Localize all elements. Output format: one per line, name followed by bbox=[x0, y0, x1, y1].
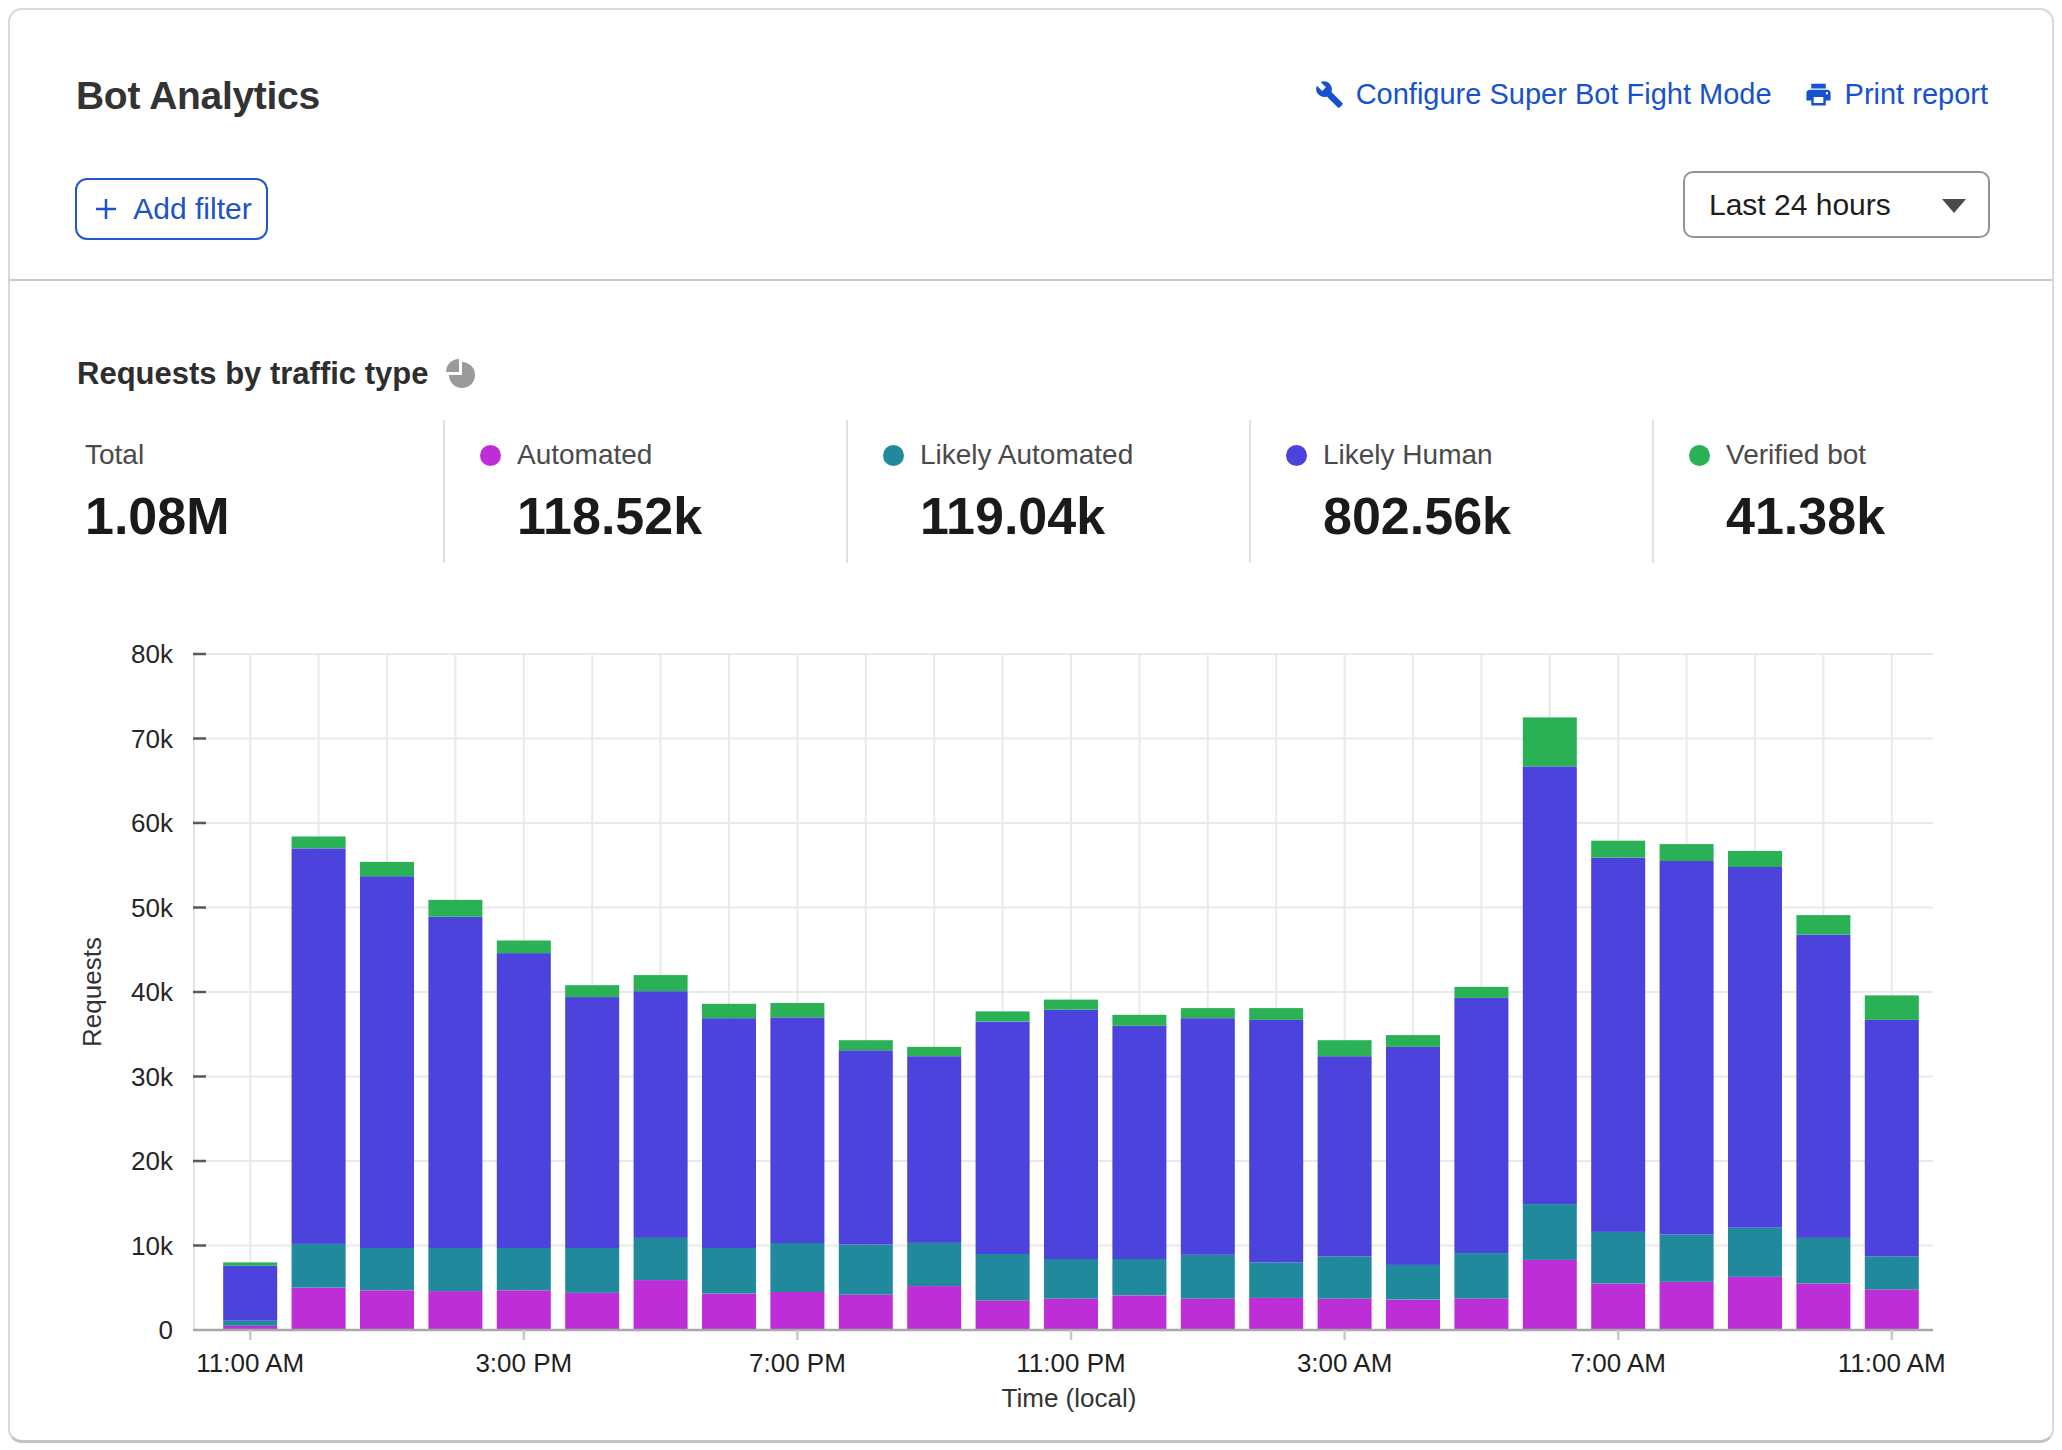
stat-label: Likely Automated bbox=[920, 439, 1133, 471]
stat-label: Verified bot bbox=[1726, 439, 1866, 471]
stat-total: Total 1.08M bbox=[85, 420, 230, 546]
svg-text:80k: 80k bbox=[131, 639, 174, 669]
printer-icon bbox=[1804, 80, 1833, 109]
stat-divider bbox=[1652, 420, 1654, 563]
add-filter-label: Add filter bbox=[133, 192, 251, 226]
configure-link-label: Configure Super Bot Fight Mode bbox=[1356, 78, 1772, 111]
svg-text:3:00 AM: 3:00 AM bbox=[1297, 1348, 1392, 1378]
chevron-down-icon bbox=[1942, 199, 1966, 213]
stat-value: 118.52k bbox=[517, 486, 702, 546]
pie-chart-icon bbox=[446, 359, 476, 389]
svg-text:10k: 10k bbox=[131, 1231, 174, 1261]
stat-divider bbox=[846, 420, 848, 563]
stat-value: 1.08M bbox=[85, 486, 230, 546]
verified-bot-dot bbox=[1689, 445, 1710, 466]
svg-text:60k: 60k bbox=[131, 808, 174, 838]
wrench-icon bbox=[1315, 80, 1344, 109]
likely-automated-dot bbox=[883, 445, 904, 466]
svg-text:11:00 AM: 11:00 AM bbox=[196, 1348, 304, 1378]
stat-verified-bot: Verified bot 41.38k bbox=[1689, 420, 1885, 546]
svg-text:3:00 PM: 3:00 PM bbox=[475, 1348, 572, 1378]
svg-text:50k: 50k bbox=[131, 893, 174, 923]
svg-text:Requests: Requests bbox=[77, 937, 107, 1047]
likely-human-dot bbox=[1286, 445, 1307, 466]
page-title: Bot Analytics bbox=[76, 74, 320, 118]
svg-text:11:00 PM: 11:00 PM bbox=[1016, 1348, 1125, 1378]
stat-automated: Automated 118.52k bbox=[480, 420, 702, 546]
stat-likely-automated: Likely Automated 119.04k bbox=[883, 420, 1133, 546]
configure-super-bot-fight-mode-link[interactable]: Configure Super Bot Fight Mode bbox=[1315, 78, 1772, 111]
stat-value: 802.56k bbox=[1323, 486, 1511, 546]
svg-text:Time (local): Time (local) bbox=[1002, 1383, 1137, 1413]
print-link-label: Print report bbox=[1845, 78, 1988, 111]
svg-text:30k: 30k bbox=[131, 1062, 174, 1092]
stat-divider bbox=[1249, 420, 1251, 563]
time-range-value: Last 24 hours bbox=[1709, 188, 1891, 222]
requests-by-traffic-type-chart: 0 10k 20k 30k 40k 50k 60k 70k 80k 11:00 AM 3:00 PM… bbox=[0, 600, 2062, 1450]
section-title-label: Requests by traffic type bbox=[77, 356, 428, 392]
stat-divider bbox=[443, 420, 445, 563]
section-title: Requests by traffic type bbox=[77, 356, 476, 392]
add-filter-button[interactable]: Add filter bbox=[75, 178, 268, 240]
svg-text:11:00 AM: 11:00 AM bbox=[1838, 1348, 1946, 1378]
print-report-link[interactable]: Print report bbox=[1804, 78, 1988, 111]
svg-text:7:00 AM: 7:00 AM bbox=[1570, 1348, 1665, 1378]
plus-icon bbox=[91, 194, 121, 224]
stat-label: Total bbox=[85, 439, 144, 471]
automated-dot bbox=[480, 445, 501, 466]
header-divider bbox=[9, 279, 2053, 281]
stat-value: 41.38k bbox=[1726, 486, 1885, 546]
stats-row: Total 1.08M Automated 118.52k Likely Aut… bbox=[0, 420, 2062, 563]
stat-likely-human: Likely Human 802.56k bbox=[1286, 420, 1511, 546]
stat-value: 119.04k bbox=[920, 486, 1133, 546]
svg-text:0: 0 bbox=[159, 1315, 173, 1345]
svg-text:40k: 40k bbox=[131, 977, 174, 1007]
svg-text:7:00 PM: 7:00 PM bbox=[749, 1348, 846, 1378]
stat-label: Automated bbox=[517, 439, 652, 471]
header-links: Configure Super Bot Fight Mode Print rep… bbox=[1315, 78, 1988, 111]
stat-label: Likely Human bbox=[1323, 439, 1493, 471]
svg-text:20k: 20k bbox=[131, 1146, 174, 1176]
svg-text:70k: 70k bbox=[131, 724, 174, 754]
time-range-select[interactable]: Last 24 hours bbox=[1683, 171, 1990, 238]
